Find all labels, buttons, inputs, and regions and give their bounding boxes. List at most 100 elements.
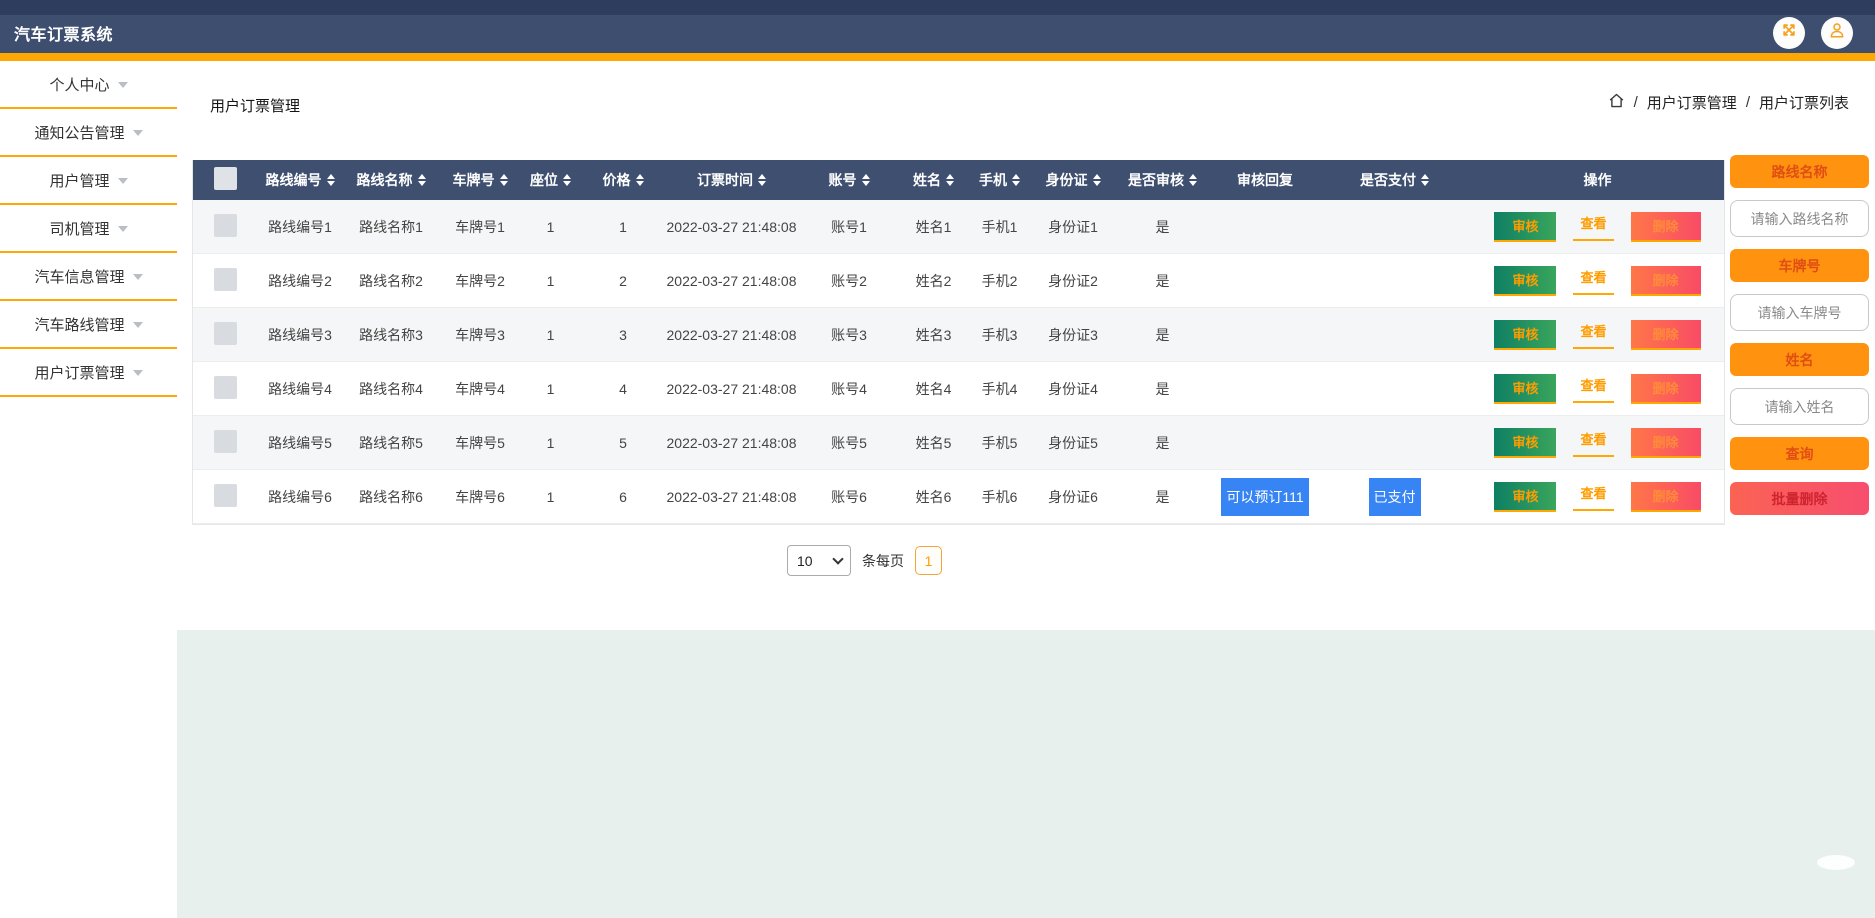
- column-header[interactable]: 手机: [979, 170, 1007, 190]
- cell-plate: 车牌号6: [439, 470, 521, 524]
- select-all-checkbox[interactable]: [213, 167, 237, 190]
- view-link[interactable]: 查看: [1573, 267, 1614, 295]
- column-header[interactable]: 路线编号: [266, 170, 322, 190]
- batch-delete-button[interactable]: 批量删除: [1730, 482, 1869, 515]
- column-header[interactable]: 路线名称: [357, 170, 413, 190]
- sort-icon[interactable]: [563, 174, 571, 186]
- breadcrumb-item[interactable]: 用户订票管理: [1647, 92, 1737, 113]
- sort-icon[interactable]: [1012, 174, 1020, 186]
- page-size-select[interactable]: 10: [787, 545, 851, 576]
- row-checkbox[interactable]: [213, 375, 237, 399]
- cell-time: 2022-03-27 21:48:08: [666, 470, 797, 524]
- view-link[interactable]: 查看: [1573, 375, 1614, 403]
- cell-paid: [1318, 200, 1471, 254]
- row-checkbox[interactable]: [213, 483, 237, 507]
- row-checkbox[interactable]: [213, 267, 237, 291]
- home-icon[interactable]: [1608, 92, 1625, 113]
- column-header[interactable]: 价格: [603, 170, 631, 190]
- cell-paid: [1318, 254, 1471, 308]
- audit-button[interactable]: 审核: [1494, 481, 1557, 512]
- search-button[interactable]: 查询: [1730, 437, 1869, 470]
- sort-icon[interactable]: [946, 174, 954, 186]
- breadcrumb-item[interactable]: 用户订票列表: [1759, 92, 1849, 113]
- sort-icon[interactable]: [417, 174, 426, 186]
- sort-icon[interactable]: [499, 174, 508, 186]
- cell-name: 姓名6: [901, 470, 966, 524]
- delete-button[interactable]: 删除: [1630, 427, 1701, 458]
- column-header[interactable]: 是否支付: [1360, 170, 1416, 190]
- sort-icon[interactable]: [1189, 174, 1197, 186]
- filter-panel: 路线名称 车牌号 姓名 查询 批量删除: [1730, 155, 1869, 515]
- sidebar-item-car-info-management[interactable]: 汽车信息管理: [0, 253, 177, 301]
- sidebar-item-user-management[interactable]: 用户管理: [0, 157, 177, 205]
- view-link[interactable]: 查看: [1573, 213, 1614, 241]
- filter-name-button[interactable]: 姓名: [1730, 343, 1869, 376]
- cell-plate: 车牌号5: [439, 416, 521, 470]
- column-header[interactable]: 身份证: [1046, 170, 1088, 190]
- audit-button[interactable]: 审核: [1494, 211, 1557, 242]
- column-header[interactable]: 座位: [530, 170, 558, 190]
- sort-icon[interactable]: [635, 174, 644, 186]
- cell-price: 3: [580, 308, 666, 362]
- cell-name: 姓名4: [901, 362, 966, 416]
- view-link[interactable]: 查看: [1573, 321, 1614, 349]
- cell-idcard: 身份证3: [1033, 308, 1113, 362]
- chevron-down-icon: [132, 130, 143, 136]
- delete-button[interactable]: 删除: [1630, 481, 1701, 512]
- cell-idcard: 身份证1: [1033, 200, 1113, 254]
- navbar-icons: [1773, 16, 1853, 49]
- sidebar-item-label: 用户订票管理: [34, 364, 125, 382]
- sort-icon[interactable]: [758, 174, 766, 186]
- delete-button[interactable]: 删除: [1630, 211, 1701, 242]
- fullscreen-button[interactable]: [1773, 16, 1805, 49]
- route-name-input[interactable]: [1730, 200, 1869, 237]
- cell-phone: 手机4: [966, 362, 1033, 416]
- sidebar-item-car-route-management[interactable]: 汽车路线管理: [0, 301, 177, 349]
- cell-audited: 是: [1113, 470, 1212, 524]
- column-header[interactable]: 订票时间: [697, 170, 753, 190]
- filter-route-name-button[interactable]: 路线名称: [1730, 155, 1869, 188]
- per-page-label: 条每页: [862, 552, 904, 569]
- sort-icon[interactable]: [1421, 174, 1429, 186]
- plate-input[interactable]: [1730, 294, 1869, 331]
- row-checkbox[interactable]: [213, 213, 237, 237]
- view-link[interactable]: 查看: [1573, 483, 1614, 511]
- cell-time: 2022-03-27 21:48:08: [666, 308, 797, 362]
- column-header[interactable]: 车牌号: [453, 170, 495, 190]
- sidebar-item-notice-management[interactable]: 通知公告管理: [0, 109, 177, 157]
- sidebar-item-label: 个人中心: [49, 76, 110, 94]
- cell-seat: 1: [521, 416, 580, 470]
- breadcrumb-separator: /: [1633, 94, 1638, 111]
- sort-icon[interactable]: [326, 174, 335, 186]
- cell-account: 账号2: [797, 254, 901, 308]
- sort-icon[interactable]: [1092, 174, 1101, 186]
- cell-route-no: 路线编号6: [257, 470, 343, 524]
- audit-button[interactable]: 审核: [1494, 319, 1557, 350]
- audit-button[interactable]: 审核: [1494, 373, 1557, 404]
- cell-account: 账号4: [797, 362, 901, 416]
- page-number-button[interactable]: 1: [915, 546, 942, 575]
- column-header[interactable]: 是否审核: [1128, 170, 1184, 190]
- row-checkbox[interactable]: [213, 321, 237, 345]
- row-checkbox[interactable]: [213, 429, 237, 453]
- filter-plate-button[interactable]: 车牌号: [1730, 249, 1869, 282]
- user-icon: [1828, 21, 1846, 44]
- audit-button[interactable]: 审核: [1494, 265, 1557, 296]
- cell-time: 2022-03-27 21:48:08: [666, 200, 797, 254]
- delete-button[interactable]: 删除: [1630, 319, 1701, 350]
- sidebar-item-user-ticket-management[interactable]: 用户订票管理: [0, 349, 177, 397]
- user-menu-button[interactable]: [1821, 16, 1853, 49]
- cell-route-no: 路线编号1: [257, 200, 343, 254]
- column-header[interactable]: 账号: [829, 170, 857, 190]
- view-link[interactable]: 查看: [1573, 429, 1614, 457]
- sidebar-item-driver-management[interactable]: 司机管理: [0, 205, 177, 253]
- cell-audited: 是: [1113, 200, 1212, 254]
- sort-icon[interactable]: [861, 174, 870, 186]
- column-header[interactable]: 姓名: [913, 170, 941, 190]
- sidebar-item-personal-center[interactable]: 个人中心: [0, 61, 177, 109]
- audit-button[interactable]: 审核: [1494, 427, 1557, 458]
- cell-route-name: 路线名称3: [343, 308, 439, 362]
- delete-button[interactable]: 删除: [1630, 265, 1701, 296]
- name-input[interactable]: [1730, 388, 1869, 425]
- delete-button[interactable]: 删除: [1630, 373, 1701, 404]
